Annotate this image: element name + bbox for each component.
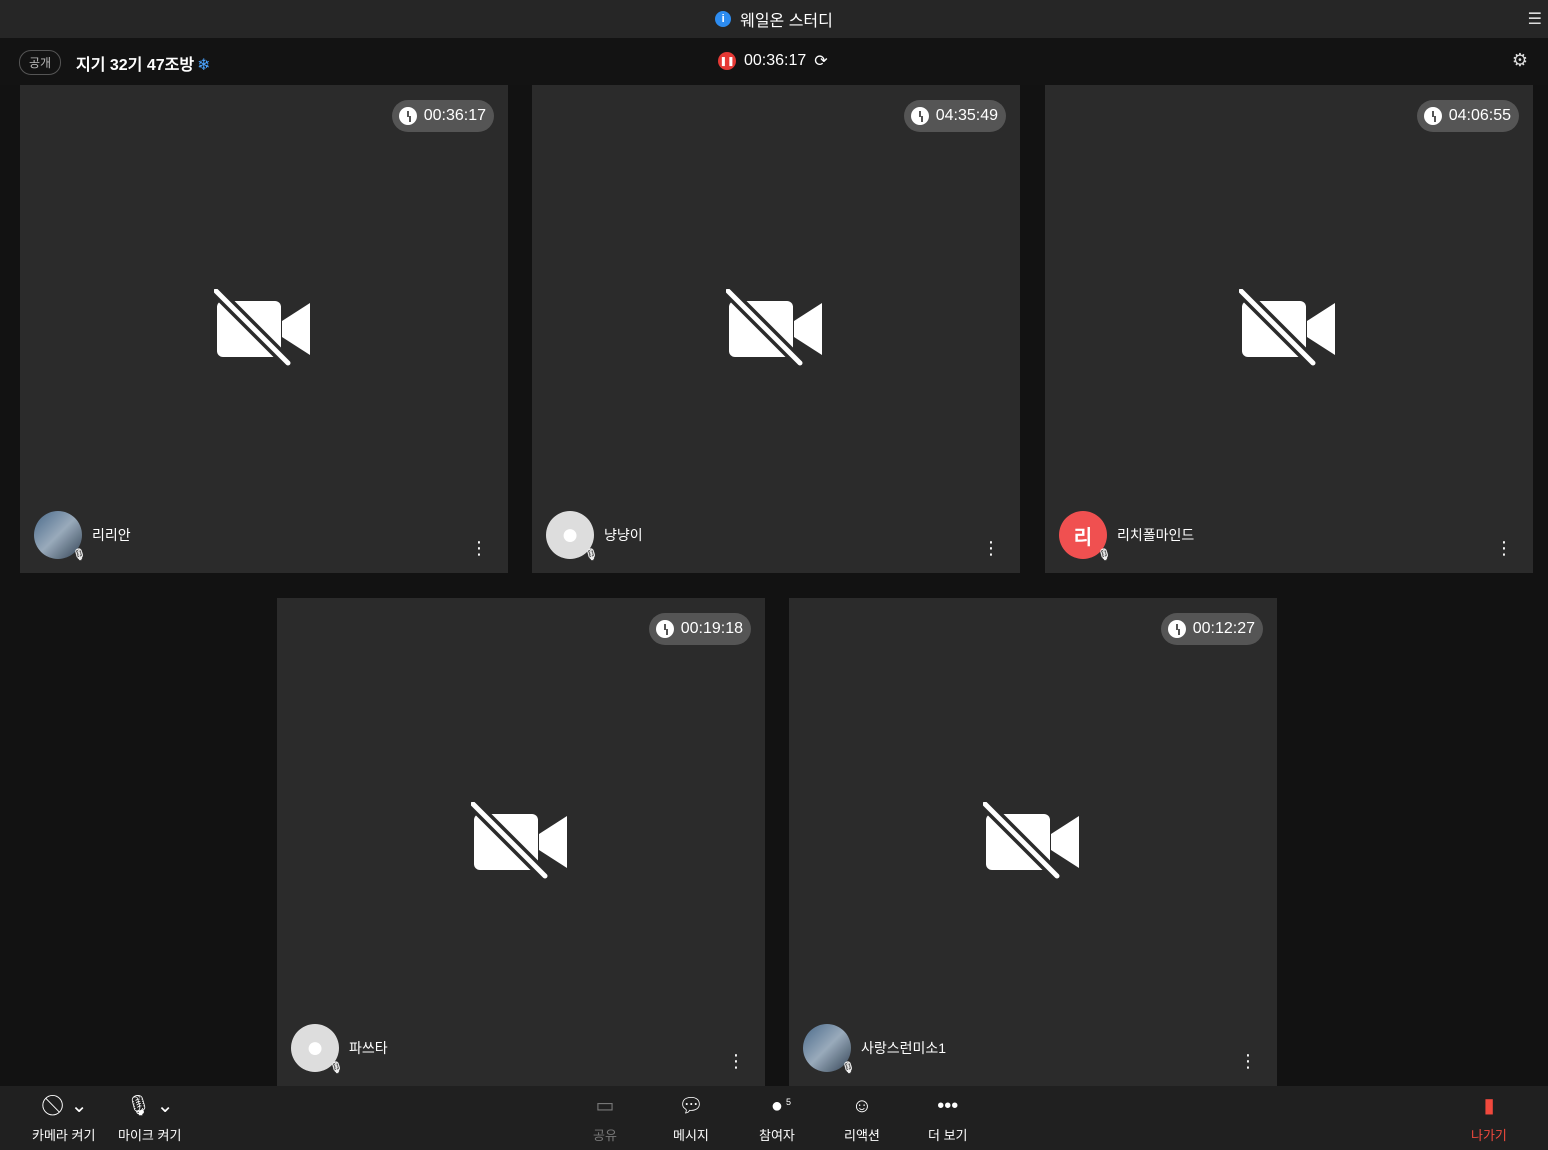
- mic-off-icon: 🎙︎ ⌄: [125, 1095, 174, 1117]
- camera-off-icon: [726, 289, 822, 368]
- participant-info: 🎙︎ 리리안: [34, 511, 131, 561]
- study-time-badge: 00:19:18: [648, 613, 751, 645]
- smiley-icon: ☺: [851, 1095, 873, 1117]
- camera-off-icon: [983, 802, 1079, 881]
- reaction-button[interactable]: ☺ 리액션: [844, 1094, 880, 1144]
- mic-muted-icon: 🎙︎: [329, 1062, 343, 1074]
- participants-button[interactable]: ● 5 참여자: [759, 1094, 795, 1144]
- camera-off-icon: [471, 802, 567, 881]
- pause-recording-icon[interactable]: ❚❚: [718, 52, 736, 70]
- study-time-badge: 04:06:55: [1416, 100, 1519, 132]
- app-title: 웨일온 스터디: [740, 13, 833, 30]
- study-time: 04:06:55: [1448, 107, 1511, 124]
- avatar: 🎙︎: [803, 1024, 855, 1074]
- participant-tile[interactable]: 04:06:55 리 🎙︎ 리치폴마인드 ⋮: [1045, 85, 1533, 573]
- leave-button[interactable]: ▮ 나가기: [1471, 1094, 1507, 1144]
- more-options-icon[interactable]: ⋮: [1495, 539, 1513, 557]
- info-icon[interactable]: i: [715, 11, 732, 27]
- participant-tile[interactable]: 04:35:49 ● 🎙︎ 냥냥이 ⋮: [532, 85, 1020, 573]
- more-label: 더 보기: [928, 1128, 968, 1143]
- camera-toggle-button[interactable]: 🚫︎ ⌄ 카메라 켜기: [32, 1094, 95, 1144]
- avatar: 🎙︎: [34, 511, 86, 561]
- default-person-icon: ●: [560, 518, 580, 551]
- clock-icon: [655, 620, 674, 638]
- study-time: 00:36:17: [423, 107, 486, 124]
- participant-name: 리리안: [92, 527, 131, 543]
- participant-info: 🎙︎ 사랑스런미소1: [803, 1024, 947, 1074]
- avatar: ● 🎙︎: [546, 511, 598, 561]
- more-dots-icon: •••: [937, 1095, 959, 1117]
- study-time-badge: 04:35:49: [903, 100, 1006, 132]
- visibility-badge: 공개: [19, 50, 62, 75]
- snowflake-icon: ❄: [197, 57, 211, 74]
- participant-info: 리 🎙︎ 리치폴마인드: [1059, 511, 1195, 561]
- study-time: 04:35:49: [935, 107, 998, 124]
- camera-off-icon: [1239, 289, 1335, 368]
- more-options-icon[interactable]: ⋮: [470, 539, 488, 557]
- study-time: 00:19:18: [680, 620, 743, 637]
- clock-icon: [1423, 107, 1442, 125]
- exit-door-icon: ▮: [1483, 1095, 1495, 1117]
- message-label: 메시지: [673, 1128, 709, 1143]
- mic-muted-icon: 🎙︎: [841, 1062, 855, 1074]
- mic-muted-icon: 🎙︎: [584, 549, 598, 561]
- study-time-badge: 00:12:27: [1160, 613, 1263, 645]
- sort-menu-icon[interactable]: ☰: [1528, 9, 1542, 29]
- clock-icon: [910, 107, 929, 125]
- screen-share-icon: ▭: [595, 1095, 615, 1117]
- room-name-text: 지기 32기 47조방: [76, 57, 195, 74]
- camera-off-icon: 🚫︎ ⌄: [39, 1095, 88, 1117]
- participant-tile[interactable]: 00:12:27 🎙︎ 사랑스런미소1 ⋮: [789, 598, 1277, 1086]
- mic-muted-icon: 🎙︎: [1097, 549, 1111, 561]
- more-button[interactable]: ••• 더 보기: [928, 1094, 968, 1144]
- avatar: ● 🎙︎: [291, 1024, 343, 1074]
- message-button[interactable]: 💬︎ 메시지: [673, 1094, 709, 1144]
- session-timer: ❚❚ 00:36:17 ⟳: [718, 51, 828, 71]
- participant-name: 냥냥이: [604, 527, 643, 543]
- leave-label: 나가기: [1471, 1128, 1507, 1143]
- clock-icon: [1167, 620, 1186, 638]
- participant-info: ● 🎙︎ 파쓰타: [291, 1024, 388, 1074]
- participant-info: ● 🎙︎ 냥냥이: [546, 511, 643, 561]
- study-time: 00:12:27: [1192, 620, 1255, 637]
- more-options-icon[interactable]: ⋮: [727, 1052, 745, 1070]
- clock-icon: [398, 107, 417, 125]
- chat-icon: 💬︎: [678, 1095, 704, 1117]
- participant-tile[interactable]: 00:19:18 ● 🎙︎ 파쓰타 ⋮: [277, 598, 765, 1086]
- room-name: 지기 32기 47조방 ❄: [76, 51, 211, 75]
- avatar: 리 🎙︎: [1059, 511, 1111, 561]
- default-person-icon: ●: [305, 1031, 325, 1064]
- more-options-icon[interactable]: ⋮: [1239, 1052, 1257, 1070]
- mic-toggle-button[interactable]: 🎙︎ ⌄ 마이크 켜기: [118, 1094, 181, 1144]
- mic-label: 마이크 켜기: [118, 1128, 182, 1143]
- title-bar: i 웨일온 스터디 ☰: [0, 0, 1548, 38]
- elapsed-time: 00:36:17: [744, 52, 807, 69]
- share-label: 공유: [593, 1128, 617, 1143]
- participant-tile[interactable]: 00:36:17 🎙︎ 리리안 ⋮: [20, 85, 508, 573]
- participant-name: 사랑스런미소1: [861, 1040, 947, 1056]
- bottom-toolbar: 🚫︎ ⌄ 카메라 켜기 🎙︎ ⌄ 마이크 켜기 ▭ 공유 💬︎ 메시지 ● 5 참여자 ☺ 리…: [0, 1086, 1548, 1150]
- reaction-label: 리액션: [844, 1128, 880, 1143]
- more-options-icon[interactable]: ⋮: [982, 539, 1000, 557]
- participant-count: 5: [785, 1097, 791, 1107]
- person-icon: ● 5: [771, 1094, 791, 1118]
- camera-off-icon: [214, 289, 310, 368]
- settings-sliders-icon[interactable]: ⚙: [1512, 50, 1528, 71]
- share-button[interactable]: ▭ 공유: [593, 1094, 617, 1144]
- study-time-badge: 00:36:17: [391, 100, 494, 132]
- refresh-icon[interactable]: ⟳: [814, 51, 827, 71]
- camera-label: 카메라 켜기: [32, 1128, 96, 1143]
- avatar-initial: 리: [1073, 526, 1093, 549]
- participants-label: 참여자: [759, 1128, 795, 1143]
- room-header: 공개 지기 32기 47조방 ❄ ❚❚ 00:36:17 ⟳ ⚙: [0, 38, 1548, 85]
- participant-name: 리치폴마인드: [1117, 527, 1195, 543]
- participant-name: 파쓰타: [349, 1040, 388, 1056]
- mic-muted-icon: 🎙︎: [72, 549, 86, 561]
